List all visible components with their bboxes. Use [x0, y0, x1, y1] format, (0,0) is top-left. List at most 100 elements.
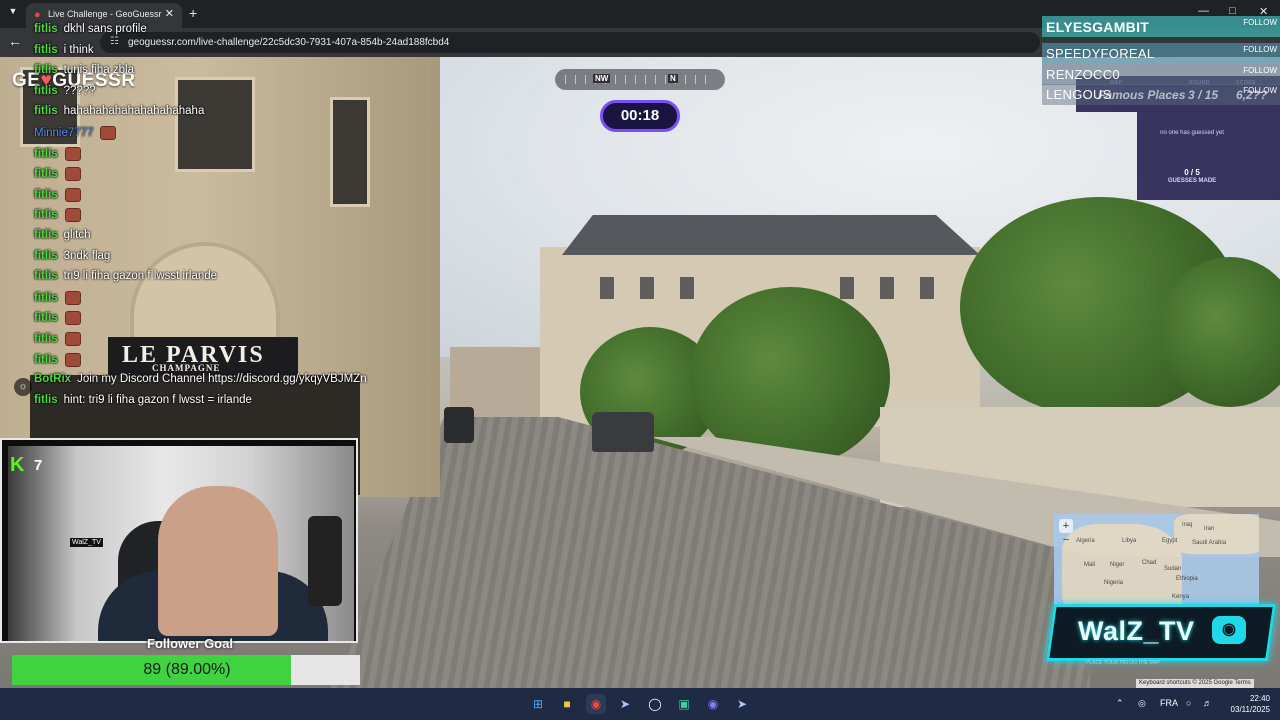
- kick-viewer-count: 7: [34, 457, 43, 474]
- clock-time: 22:40: [1249, 694, 1270, 703]
- chat-username[interactable]: Minnie7777: [34, 127, 93, 139]
- chat-emote: [64, 187, 81, 202]
- chat-username[interactable]: fitlis: [34, 333, 58, 345]
- new-tab-plus-icon[interactable]: +: [189, 5, 197, 21]
- chat-message: fitlis tunis fiha zbla: [34, 64, 134, 82]
- chat-message: Minnie7777: [34, 126, 117, 144]
- chat-message: fitlis glitch: [34, 229, 91, 247]
- chat-text: 3ndk flag: [63, 249, 111, 262]
- windows-start-icon[interactable]: ⊞: [528, 694, 548, 714]
- kick-logo-icon: K: [10, 454, 25, 476]
- chat-text: ?????: [63, 84, 96, 97]
- chat-username[interactable]: fitlis: [34, 64, 58, 76]
- chat-username[interactable]: fitlis: [34, 270, 58, 282]
- car: [592, 412, 654, 452]
- recent-followers: ELYESGAMBIT FOLLOW SPEEDYFOREAL FOLLOW R…: [1042, 16, 1280, 105]
- chat-username[interactable]: fitlis: [34, 354, 58, 366]
- follower-row: ELYESGAMBIT FOLLOW: [1042, 16, 1280, 37]
- chat-text: tri9 li fiha gazon f lwsst irlande: [63, 270, 218, 283]
- chat-username[interactable]: fitlis: [34, 394, 58, 406]
- chat-text: hint: tri9 li fiha gazon f lwsst = irlan…: [63, 393, 252, 406]
- steam-icon-2[interactable]: ➤: [732, 694, 752, 714]
- map-country-label: Mali: [1084, 562, 1096, 568]
- guess-minimap[interactable]: Algeria Libya Egypt Mali Niger Chad Sudan Niger…: [1054, 514, 1259, 604]
- obs-icon[interactable]: ◯: [645, 694, 665, 714]
- clock[interactable]: 22:40 03/11/2025: [1226, 693, 1270, 715]
- map-zoom-in-icon[interactable]: +: [1059, 519, 1073, 533]
- chat-message: fitlis dkhl sans profile: [34, 23, 147, 41]
- minimap-land: [1174, 514, 1259, 554]
- tab-close-icon[interactable]: ✕: [165, 7, 174, 20]
- language-indicator[interactable]: FRA: [1160, 698, 1178, 708]
- chat-emote: [64, 352, 81, 367]
- chat-text: glitch: [63, 229, 91, 241]
- discord-taskbar-icon[interactable]: ◉: [703, 694, 723, 714]
- follower-goal-label: 89 (89.00%): [143, 661, 231, 678]
- guess-status-panel: no one has guessed yet 0 / 5 GUESSES MAD…: [1137, 112, 1280, 200]
- follow-label: FOLLOW: [1243, 66, 1277, 75]
- chat-emote: [64, 311, 81, 326]
- chat-message: fitlis?????: [34, 85, 96, 103]
- chat-username[interactable]: fitlis: [34, 148, 58, 160]
- map-zoom-out-icon[interactable]: –: [1059, 535, 1073, 545]
- chat-message: fitlis: [34, 311, 81, 329]
- chat-bot-icon: ☼: [14, 378, 32, 396]
- chat-message: fitlis: [34, 187, 81, 206]
- chat-text: tunis fiha zbla: [63, 64, 134, 77]
- chat-username[interactable]: fitlis: [34, 23, 58, 35]
- app-icon[interactable]: ▣: [674, 694, 694, 714]
- chat-username[interactable]: BotRix: [34, 373, 71, 385]
- follower-row: SPEEDYFOREAL FOLLOW: [1042, 43, 1280, 64]
- chrome-icon[interactable]: ◉: [586, 694, 606, 714]
- discord-icon: ◉: [1212, 616, 1246, 644]
- chat-username[interactable]: fitlis: [34, 44, 58, 56]
- chat-username[interactable]: fitlis: [34, 85, 58, 97]
- follow-label: FOLLOW: [1243, 18, 1277, 27]
- chat-message: fitlis: [34, 352, 81, 371]
- webcam-feed: WalZ_TV: [8, 446, 354, 641]
- follower-name: LENGOUS: [1046, 87, 1112, 102]
- follower-name: SPEEDYFOREAL: [1046, 46, 1155, 61]
- network-icon[interactable]: ○: [1186, 698, 1191, 708]
- microphone-icon[interactable]: ◎: [1138, 698, 1146, 709]
- chat-message: fitlis hahahahahahahahahahaha: [34, 105, 204, 123]
- chat-username[interactable]: fitlis: [34, 229, 58, 241]
- chat-username[interactable]: fitlis: [34, 189, 58, 201]
- chat-username[interactable]: fitlis: [34, 168, 58, 180]
- follower-goal-bar: 89 (89.00%): [12, 655, 360, 685]
- tray-chevron-icon[interactable]: ⌃: [1116, 698, 1124, 709]
- map-footer[interactable]: Keyboard shortcuts © 2025 Google Terms: [1136, 679, 1254, 688]
- chat-message: fitlis tri9 li fiha gazon f lwsst irlande: [34, 270, 217, 288]
- guesses-made-label: GUESSES MADE: [1167, 178, 1217, 184]
- steam-icon[interactable]: ➤: [615, 694, 635, 714]
- chat-username[interactable]: fitlis: [34, 250, 58, 262]
- follow-label: FOLLOW: [1243, 45, 1277, 54]
- chat-message: fitlis: [34, 167, 81, 185]
- url-text: geoguessr.com/live-challenge/22c5dc30-79…: [128, 37, 450, 48]
- compass-n-label: N: [668, 74, 678, 83]
- back-arrow-icon[interactable]: ←: [8, 33, 22, 49]
- clock-date: 03/11/2025: [1230, 705, 1270, 714]
- chat-text: dkhl sans profile: [63, 23, 147, 35]
- map-hint: PLACE YOUR PIN ON THE MAP: [1086, 660, 1161, 666]
- chat-emote: [64, 290, 81, 305]
- chat-message: fitlis: [34, 290, 81, 309]
- chat-emote: [64, 332, 81, 346]
- chat-message: fitlis: [34, 146, 81, 165]
- chat-username[interactable]: fitlis: [34, 209, 58, 221]
- address-bar[interactable]: ☷ geoguessr.com/live-challenge/22c5dc30-…: [100, 32, 1040, 53]
- follower-name: ELYESGAMBIT: [1046, 19, 1150, 35]
- chat-username[interactable]: fitlis: [34, 292, 58, 304]
- chat-username[interactable]: fitlis: [34, 312, 58, 324]
- volume-icon[interactable]: ♬: [1203, 698, 1212, 708]
- chat-username[interactable]: fitlis: [34, 105, 58, 117]
- chat-message: fitlis: [34, 332, 81, 350]
- tab-title: Live Challenge - GeoGuessr: [48, 9, 162, 19]
- chat-message: BotRix Join my Discord Channel https://di…: [34, 373, 367, 391]
- tab-list-chevron-icon[interactable]: ▼: [6, 6, 20, 20]
- file-explorer-icon[interactable]: ■: [557, 694, 577, 714]
- chair-tag: WalZ_TV: [70, 538, 103, 547]
- brand-name: WalZ_TV: [1078, 616, 1195, 646]
- streamer: [158, 486, 278, 636]
- map-country-label: Iraq: [1182, 522, 1193, 528]
